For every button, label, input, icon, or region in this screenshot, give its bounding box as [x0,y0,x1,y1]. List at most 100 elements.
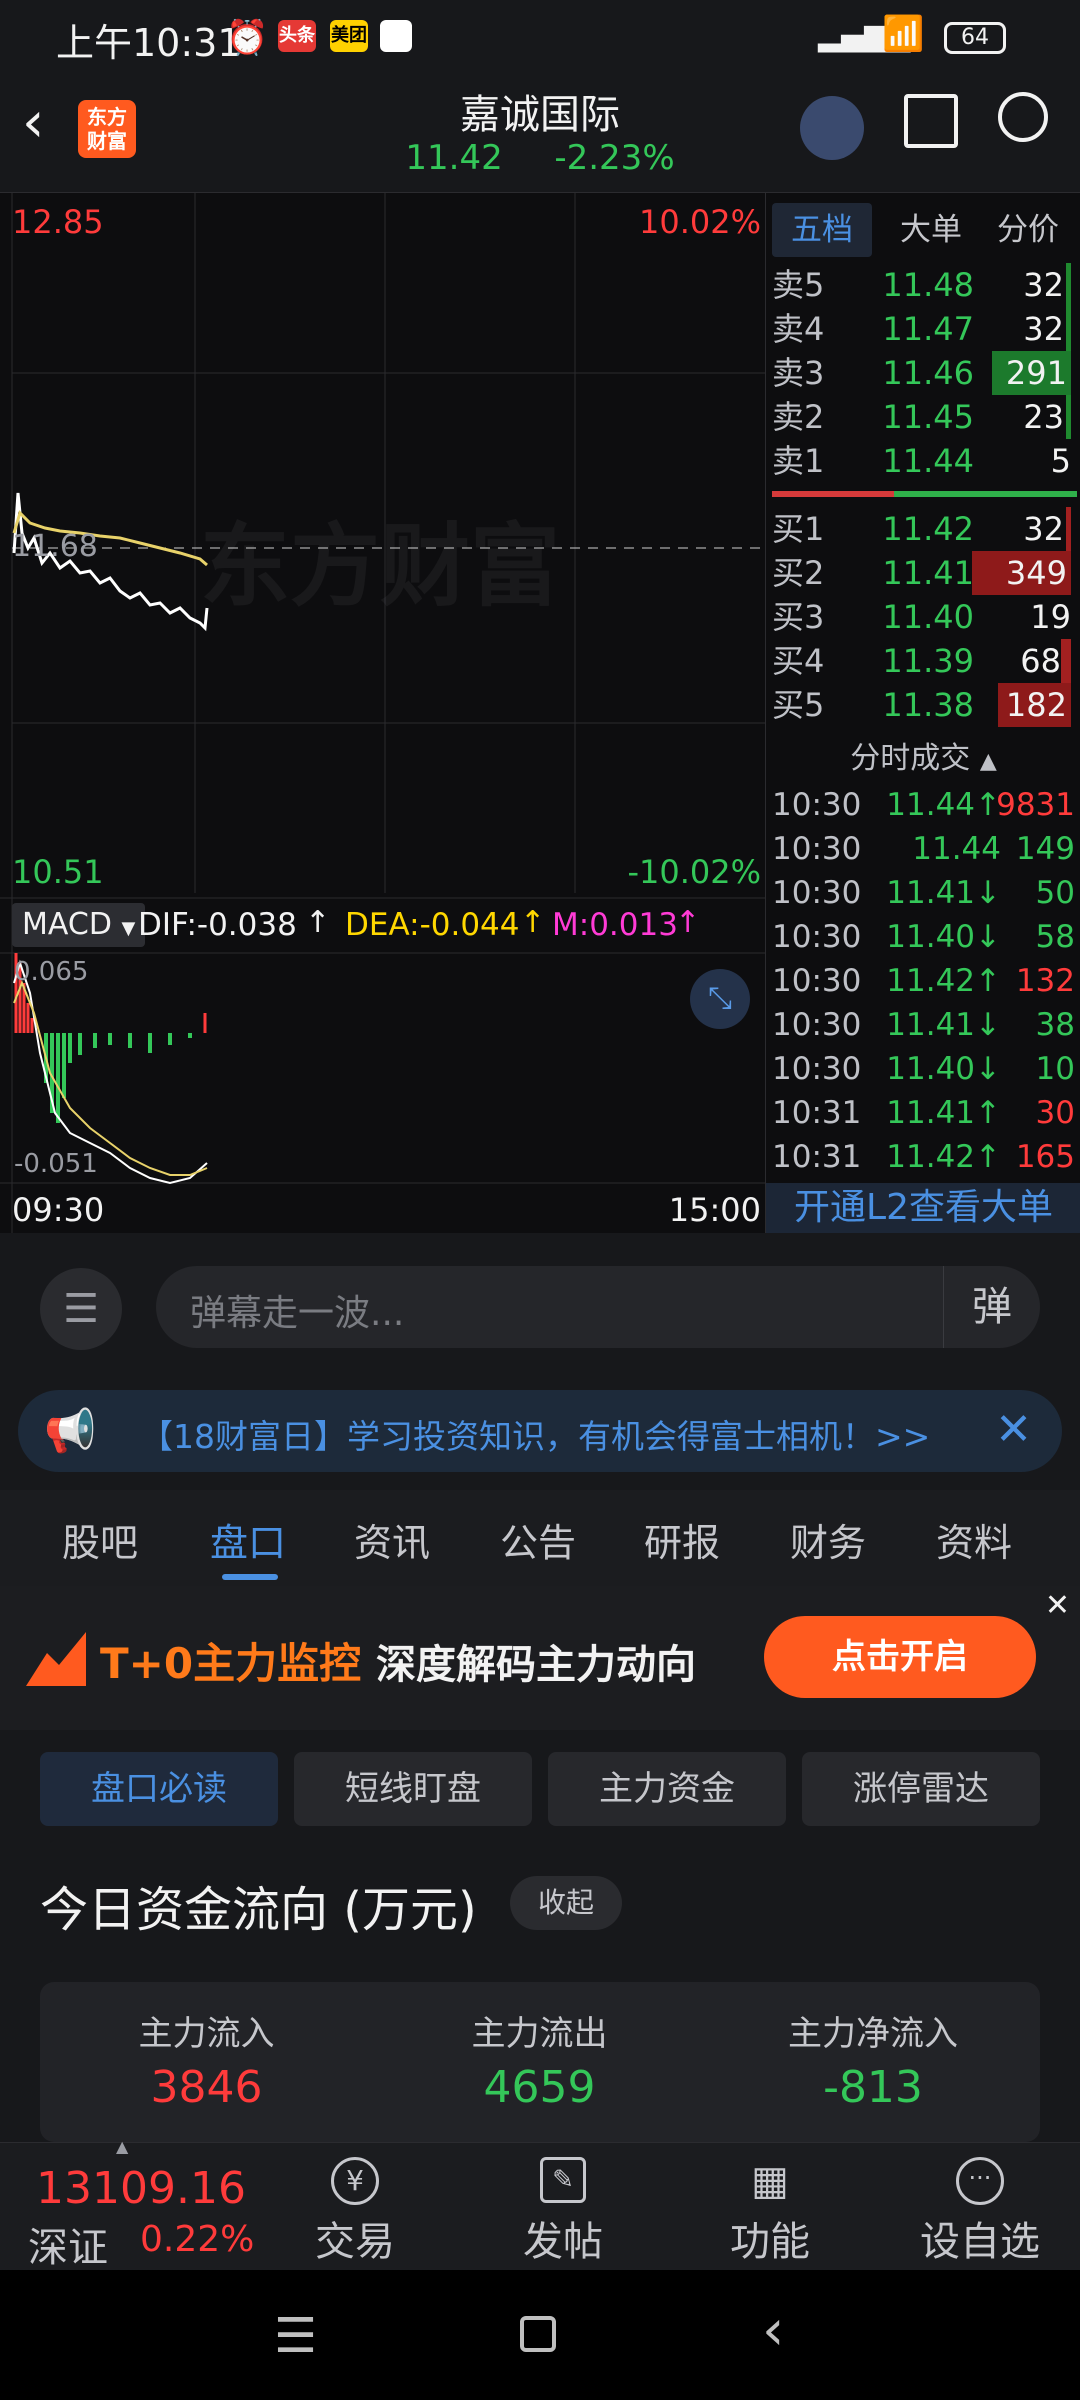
trades-header[interactable]: 分时成交 ▲ [766,733,1080,777]
buy-row-2: 买2 11.41 349 [766,551,1080,595]
section-tabs: 股吧 盘口 资讯 公告 研报 财务 资料 [0,1490,1080,1586]
home-icon[interactable] [520,2316,556,2352]
buy-row-4: 买4 11.39 68 [766,639,1080,683]
chart-ref-price: 11.68 [12,529,98,564]
danmaku-input[interactable]: 弹幕走一波... 弹 [156,1266,1040,1348]
chart-bottom-pct: -10.02% [627,853,761,891]
danmaku-toggle-button[interactable]: 弹 [943,1266,1040,1348]
l2-upgrade-link[interactable]: 开通L2查看大单 [766,1183,1080,1233]
trade-row: 10:30 11.44↑ 9831 [772,787,1075,823]
time-start: 09:30 [12,1191,105,1229]
chart-bottom-price: 10.51 [12,853,104,891]
capital-flow-summary: 主力流入 3846 主力流出 4659 主力净流入 -813 [40,1982,1040,2142]
functions-button[interactable]: ▦ 功能 [705,2143,835,2271]
grid-icon: ▦ [751,2158,789,2204]
announcement-banner[interactable]: 📢 【18财富日】学习投资知识，有机会得富士相机！>> ✕ [18,1390,1062,1472]
dea-arrow-icon: ↑ [520,905,546,940]
buy-row-1: 买1 11.42 32 [766,507,1080,551]
macd-selector[interactable]: MACD ▼ [12,903,146,947]
sell-row-1: 卖1 11.44 5 [772,442,1071,480]
buy-row-5: 买5 11.38 182 [766,683,1080,727]
chip-short-watch[interactable]: 短线盯盘 [294,1752,532,1826]
trade-row: 10:31 11.42↑ 165 [772,1139,1075,1175]
tab-pankou[interactable]: 盘口 [210,1512,286,1567]
chip-must-read[interactable]: 盘口必读 [40,1752,278,1826]
chevron-down-icon: ▼ [121,918,136,939]
trade-button[interactable]: ¥ 交易 [290,2143,420,2271]
collapse-button[interactable]: 收起 [510,1876,622,1930]
chart-top-price: 12.85 [12,203,104,241]
meituan-badge: 美团 [330,20,368,52]
chart-watermark: 东方财富 [200,514,560,619]
promo-open-button[interactable]: 点击开启 [764,1616,1036,1698]
menu-icon[interactable]: ☰ [274,2308,317,2364]
wifi-icon: 📶 [882,14,925,54]
tab-guba[interactable]: 股吧 [62,1512,138,1567]
flow-outflow-label: 主力流出 [471,2014,608,2054]
macd-m: M:0.013 [552,907,678,943]
m-arrow-icon: ↑ [675,905,701,940]
comment-list-icon[interactable]: ☰ [40,1268,122,1350]
sell-row-3: 卖3 11.46 291 [766,351,1080,395]
alarm-icon: ⏰ [226,18,269,58]
promo-banner[interactable]: T+0主力监控 深度解码主力动向 点击开启 ✕ [0,1586,1080,1730]
robot-assistant-icon[interactable] [800,96,864,160]
share-icon[interactable] [904,94,958,148]
order-book-panel: 五档 大单 分价 卖5 11.48 32 卖4 11.47 32 卖3 11.4… [765,192,1080,1233]
macd-dif: DIF:-0.038 [138,907,297,943]
status-bar: 上午10:31 ⏰ 头条 美团 ▂▄▆█ 📶 64 [0,0,1080,76]
trade-row: 10:30 11.41↓ 50 [772,875,1075,911]
dif-arrow-icon: ↑ [305,905,331,940]
flow-net-value: -813 [823,2062,923,2113]
post-button[interactable]: ✎ 发帖 [498,2143,628,2271]
edit-icon: ✎ [540,2157,586,2203]
index-ticker[interactable]: ▲ 13109.16 深证 0.22% [0,2137,270,2271]
chip-limit-radar[interactable]: 涨停雷达 [802,1752,1040,1826]
app-notification-icon [380,20,412,52]
trade-row: 10:30 11.40↓ 10 [772,1051,1075,1087]
sell-row-4: 卖4 11.47 32 [766,307,1080,351]
stock-header: ‹ 东方 财富 嘉诚国际 11.42 -2.23% [0,76,1080,192]
capital-flow-title: 今日资金流向 (万元) [40,1882,477,1938]
flow-inflow-label: 主力流入 [138,2014,275,2054]
add-watchlist-button[interactable]: ··· 设自选 [900,2143,1060,2271]
ob-tab-five[interactable]: 五档 [772,203,872,257]
trend-chart-icon [26,1632,86,1686]
ticker-caret-icon: ▲ [116,2137,129,2156]
tab-finance[interactable]: 财务 [790,1512,866,1567]
status-time: 上午10:31 [56,21,242,65]
close-icon[interactable]: ✕ [995,1404,1032,1455]
chart-top-pct: 10.02% [638,203,761,241]
intraday-chart[interactable]: 12.85 10.02% 11.68 东方财富 10.51 -10.02% MA… [0,192,765,1233]
stock-change: -2.23% [554,138,675,178]
trade-row: 10:30 11.44 149 [772,831,1075,867]
bid-ask-ratio-bar [772,491,1077,497]
megaphone-icon: 📢 [44,1406,97,1455]
back-nav-icon[interactable]: ‹ [762,2298,784,2363]
yen-icon: ¥ [331,2157,379,2205]
tab-news[interactable]: 资讯 [354,1512,430,1567]
promo-close-icon[interactable]: ✕ [1045,1588,1070,1623]
ob-tab-large[interactable]: 大单 [881,203,981,257]
macd-top-value: 0.065 [14,957,89,987]
trade-row: 10:31 11.41↑ 30 [772,1095,1075,1131]
fullscreen-icon[interactable]: ⤡ [690,969,750,1029]
tab-announcements[interactable]: 公告 [500,1512,576,1567]
search-icon[interactable] [998,92,1048,142]
chip-main-capital[interactable]: 主力资金 [548,1752,786,1826]
macd-bottom-value: -0.051 [14,1149,98,1179]
sell-row-2: 卖2 11.45 23 [766,395,1080,439]
trade-row: 10:30 11.40↓ 58 [772,919,1075,955]
flow-inflow-value: 3846 [150,2062,263,2113]
flow-outflow-value: 4659 [483,2062,596,2113]
stock-price: 11.42 [405,138,503,178]
system-nav-bar: ☰ ‹ [0,2270,1080,2400]
index-change: 0.22% [140,2219,255,2260]
tab-profile[interactable]: 资料 [936,1512,1012,1567]
tab-active-indicator [222,1574,278,1580]
bottom-toolbar: ▲ 13109.16 深证 0.22% ¥ 交易 ✎ 发帖 ▦ 功能 ··· 设… [0,2137,1080,2271]
ob-tab-price[interactable]: 分价 [978,203,1078,257]
more-icon: ··· [956,2157,1004,2205]
buy-row-3: 买3 11.40 19 [772,598,1071,636]
tab-research[interactable]: 研报 [644,1512,720,1567]
